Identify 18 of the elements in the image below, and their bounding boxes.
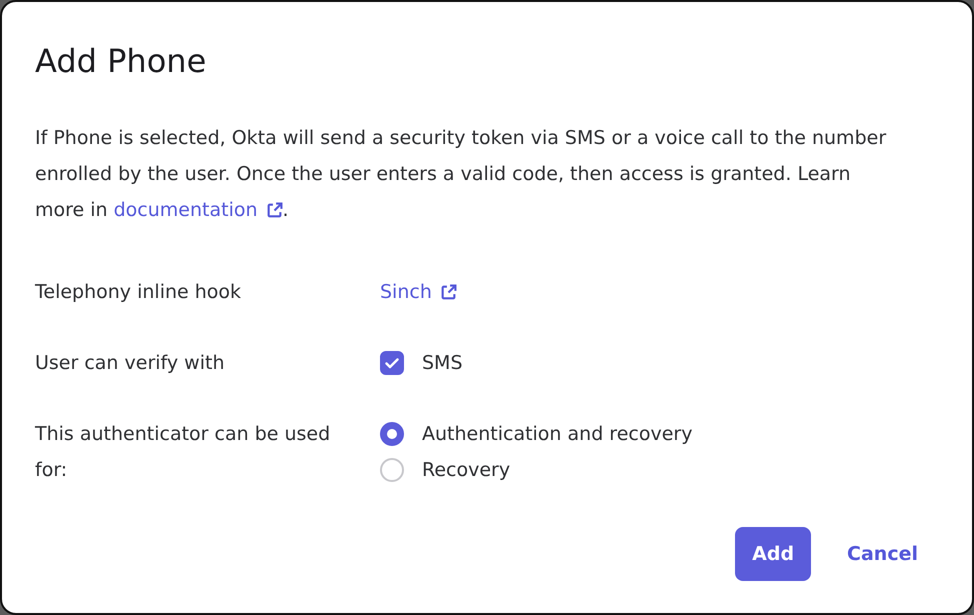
radio-button[interactable] (380, 422, 404, 446)
hook-link[interactable]: Sinch (380, 274, 457, 310)
field-label: User can verify with (35, 351, 226, 376)
checkbox[interactable] (380, 351, 404, 375)
external-link-icon (440, 284, 457, 300)
external-link-icon (266, 202, 283, 218)
dialog-title: Add Phone (35, 41, 208, 82)
radio-label: Recovery (422, 458, 510, 483)
cancel-button[interactable]: Cancel (833, 527, 932, 581)
documentation-link[interactable]: documentation (114, 192, 283, 228)
radio-button[interactable] (380, 458, 404, 482)
checkbox-label: SMS (422, 351, 463, 376)
radio-label: Authentication and recovery (422, 422, 692, 447)
check-icon (385, 358, 399, 368)
add-button[interactable]: Add (735, 527, 812, 581)
field-label: Telephony inline hook (35, 280, 242, 305)
field-label: This authenticator can be used for: (35, 422, 332, 483)
description-text: If Phone is selected, Okta will send a security token via SMS or a voice call to the number enrolled by the user. Once the user enters a valid code, then access is granted. Learn more in documentation . (35, 120, 895, 228)
